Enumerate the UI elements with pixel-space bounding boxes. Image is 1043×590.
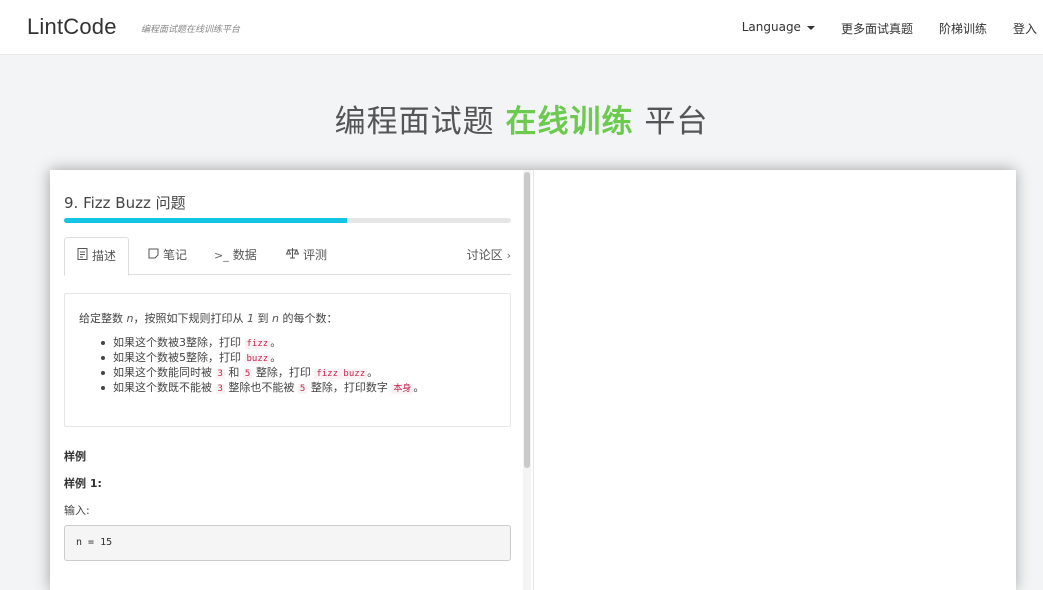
input-label: 输入: — [64, 504, 90, 517]
chevron-right-icon: › — [506, 248, 511, 262]
example-heading: 样例 — [64, 450, 86, 463]
note-icon — [148, 237, 159, 274]
language-dropdown[interactable]: Language — [742, 20, 815, 37]
nav-links: Language 更多面试真题 阶梯训练 登入 — [742, 20, 1037, 37]
problem-workspace: 9. Fizz Buzz 问题 描述 笔记 >_ 数据 评测 讨论区 › 给定整… — [50, 170, 1016, 590]
discuss-label: 讨论区 — [466, 247, 503, 262]
rule-item: 如果这个数能同时被 3 和 5 整除，打印 fizz buzz。 — [100, 365, 424, 380]
rule-text: 。 — [270, 351, 282, 364]
tab-judge[interactable]: 评测 — [285, 237, 328, 274]
tab-description[interactable]: 描述 — [64, 237, 130, 276]
rule-item: 如果这个数既不能被 3 整除也不能被 5 整除，打印数字 本身。 — [100, 380, 425, 395]
document-icon — [77, 238, 88, 275]
tab-notes[interactable]: 笔记 — [148, 237, 187, 273]
problem-description-pane: 9. Fizz Buzz 问题 描述 笔记 >_ 数据 评测 讨论区 › 给定整… — [50, 170, 532, 590]
hero-heading: 编程面试题 在线训练 平台 — [0, 96, 1043, 141]
rule-text: 如果这个数能同时被 — [113, 366, 216, 379]
rule-item: 如果这个数被5整除，打印 buzz。 — [100, 350, 424, 365]
rule-text: 如果这个数被5整除，打印 — [113, 351, 245, 364]
problem-tabs: 描述 笔记 >_ 数据 评测 讨论区 › — [64, 237, 511, 276]
rule-text: 整除，打印 — [252, 366, 315, 379]
description-intro: 给定整数 n，按照如下规则打印从 1 到 n 的每个数： — [79, 310, 337, 326]
inline-code: fizz — [244, 339, 271, 349]
code-editor-pane[interactable] — [533, 170, 1016, 590]
rule-text: 。 — [270, 336, 282, 349]
intro-text: 到 — [253, 312, 272, 325]
scale-icon — [285, 237, 300, 274]
problem-title: 9. Fizz Buzz 问题 — [64, 194, 186, 212]
terminal-icon: >_ — [214, 248, 229, 262]
inline-code: 3 — [215, 384, 225, 394]
discuss-link[interactable]: 讨论区 › — [467, 237, 511, 273]
hero-text-accent: 在线训练 — [505, 104, 634, 140]
example-input-value: n = 15 — [76, 537, 113, 548]
progress-bar-fill — [64, 218, 348, 223]
intro-text: 给定整数 — [79, 312, 127, 325]
scrollbar-thumb[interactable] — [524, 172, 530, 468]
caret-down-icon — [806, 25, 815, 30]
rule-text: 。 — [367, 366, 379, 379]
top-navbar: LintCode 编程面试题在线训练平台 Language 更多面试真题 阶梯训… — [0, 0, 1043, 55]
language-label: Language — [741, 20, 801, 34]
description-box: 给定整数 n，按照如下规则打印从 1 到 n 的每个数： 如果这个数被3整除，打… — [64, 293, 511, 427]
inline-code: buzz — [244, 354, 271, 364]
intro-var-n: n — [271, 312, 279, 325]
progress-bar — [64, 218, 511, 223]
rule-item: 如果这个数被3整除，打印 fizz。 — [100, 335, 424, 350]
rule-text: 如果这个数既不能被 — [113, 381, 216, 394]
nav-link-ladder-training[interactable]: 阶梯训练 — [939, 20, 987, 37]
tab-data-label: 数据 — [232, 247, 257, 262]
intro-var-one: 1 — [246, 312, 254, 325]
rule-text: 整除也不能被 — [224, 381, 298, 394]
tab-data[interactable]: >_ 数据 — [214, 237, 257, 273]
rule-text: 整除，打印数字 — [307, 381, 392, 394]
brand-tagline: 编程面试题在线训练平台 — [141, 25, 241, 35]
tab-description-label: 描述 — [92, 249, 117, 263]
intro-text: 的每个数： — [278, 312, 338, 325]
example-input-code: n = 15 — [64, 525, 511, 561]
hero-text-start: 编程面试题 — [334, 104, 506, 140]
inline-code: 3 — [215, 369, 225, 379]
intro-text: ，按照如下规则打印从 — [133, 312, 247, 325]
tab-judge-label: 评测 — [303, 247, 328, 262]
tab-notes-label: 笔记 — [163, 247, 188, 262]
hero-text-end: 平台 — [633, 104, 709, 140]
rule-text: 和 — [224, 366, 243, 379]
rule-text: 如果这个数被3整除，打印 — [113, 336, 245, 349]
inline-code: 5 — [297, 384, 308, 394]
inline-code: fizz buzz — [314, 369, 368, 379]
example-1-heading: 样例 1: — [64, 477, 102, 490]
inline-code: 本身 — [391, 384, 414, 394]
brand-logo[interactable]: LintCode — [27, 14, 117, 40]
inline-code: 5 — [242, 369, 253, 379]
nav-link-login[interactable]: 登入 — [1013, 20, 1037, 37]
nav-link-more-questions[interactable]: 更多面试真题 — [841, 20, 913, 37]
rules-list: 如果这个数被3整除，打印 fizz。 如果这个数被5整除，打印 buzz。 如果… — [100, 335, 425, 395]
rule-text: 。 — [413, 381, 425, 394]
